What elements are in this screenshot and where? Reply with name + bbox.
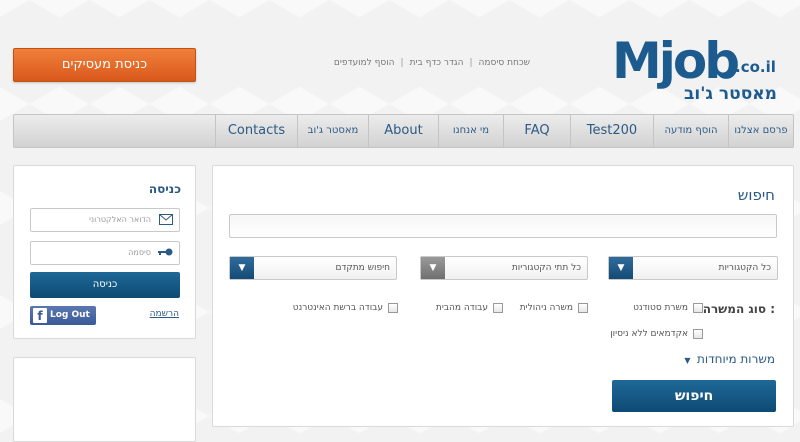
login-title: כניסה [148, 182, 181, 196]
special-jobs-label: משרות מיוחדות [696, 352, 775, 366]
side-panel [13, 357, 196, 442]
nav-master-job[interactable]: מאסטר ג'וב [297, 115, 368, 147]
facebook-button-label: Log Out [50, 310, 90, 320]
register-link[interactable]: הרשמה [150, 309, 179, 319]
checkbox-management-job[interactable]: משרה ניהולית [520, 303, 588, 313]
logo-hebrew: מאסטר ג'וב [684, 84, 777, 104]
checkbox-student-job[interactable]: משרת סטודנט [633, 303, 703, 313]
chevron-down-icon: ▼ [421, 257, 445, 279]
employer-login-button[interactable]: כניסת מעסיקים [13, 48, 196, 82]
password-placeholder: סיסמה [128, 248, 151, 257]
forgot-password-link[interactable]: שכחת סיסמה [479, 58, 530, 68]
main-nav: פרסם אצלנו הוסף מודעה Test200 FAQ מי אנח… [13, 114, 794, 148]
checkbox-box[interactable] [693, 329, 703, 339]
nav-test200[interactable]: Test200 [570, 115, 653, 147]
key-icon [158, 248, 173, 256]
special-jobs-toggle[interactable]: משרות מיוחדות ▼ [684, 352, 775, 366]
site-logo[interactable]: Mjob .co.il מאסטר ג'וב [612, 32, 792, 106]
subcategories-select-value: כל תתי הקטגוריות [511, 263, 581, 273]
logo-main: Mjob [612, 32, 740, 90]
checkbox-label: עבודה ברשת האינטרנט [292, 303, 383, 313]
add-favorites-link[interactable]: הוסף למועדפים [334, 58, 395, 68]
advanced-search-select-value: חיפוש מתקדם [335, 263, 390, 273]
chevron-down-icon: ▼ [230, 257, 254, 279]
separator: | [469, 58, 473, 68]
checkbox-internet-job[interactable]: עבודה ברשת האינטרנט [293, 303, 398, 313]
email-field[interactable]: הדואר האלקטרוני [30, 208, 180, 232]
login-panel: כניסה הדואר האלקטרוני סיסמה כניסה f Log … [13, 165, 196, 339]
subcategories-select[interactable]: כל תתי הקטגוריות ▼ [420, 256, 588, 280]
categories-select[interactable]: כל הקטגוריות ▼ [608, 256, 778, 280]
checkbox-label: משרת סטודנט [633, 303, 688, 313]
nav-add-ad[interactable]: הוסף מודעה [653, 115, 728, 147]
facebook-icon: f [33, 308, 47, 323]
set-homepage-link[interactable]: הגדר כדף בית [410, 58, 464, 68]
job-type-label: סוג המשרה : [702, 302, 775, 316]
nav-about-us[interactable]: מי אנחנו [438, 115, 503, 147]
search-input[interactable] [229, 214, 777, 238]
caret-down-icon: ▼ [684, 356, 694, 365]
search-title: חיפוש [737, 186, 775, 204]
advanced-search-select[interactable]: חיפוש מתקדם ▼ [229, 256, 397, 280]
search-button[interactable]: חיפוש [612, 380, 776, 412]
facebook-logout-button[interactable]: f Log Out [30, 306, 96, 325]
password-field[interactable]: סיסמה [30, 241, 180, 265]
email-placeholder: הדואר האלקטרוני [89, 215, 151, 224]
login-button[interactable]: כניסה [30, 272, 180, 298]
checkbox-label: עבודה מהבית [435, 303, 488, 313]
nav-contacts[interactable]: Contacts [215, 115, 297, 147]
checkbox-label: משרה ניהולית [519, 303, 573, 313]
checkbox-box[interactable] [493, 303, 503, 313]
nav-about[interactable]: About [368, 115, 438, 147]
envelope-icon [159, 214, 173, 225]
checkbox-box[interactable] [388, 303, 398, 313]
nav-advertise[interactable]: פרסם אצלנו [728, 115, 793, 147]
categories-select-value: כל הקטגוריות [718, 263, 771, 273]
checkbox-work-from-home[interactable]: עבודה מהבית [436, 303, 503, 313]
logo-suffix: .co.il [735, 58, 776, 76]
checkbox-box[interactable] [578, 303, 588, 313]
checkbox-graduates-no-experience[interactable]: אקדמאים ללא ניסיון [610, 329, 703, 339]
search-panel: חיפוש כל הקטגוריות ▼ כל תתי הקטגוריות ▼ … [212, 165, 794, 427]
chevron-down-icon: ▼ [609, 257, 633, 279]
separator: | [400, 58, 404, 68]
nav-faq[interactable]: FAQ [503, 115, 570, 147]
checkbox-box[interactable] [693, 303, 703, 313]
checkbox-label: אקדמאים ללא ניסיון [610, 329, 688, 339]
top-links: שכחת סיסמה | הגדר כדף בית | הוסף למועדפי… [270, 58, 530, 68]
